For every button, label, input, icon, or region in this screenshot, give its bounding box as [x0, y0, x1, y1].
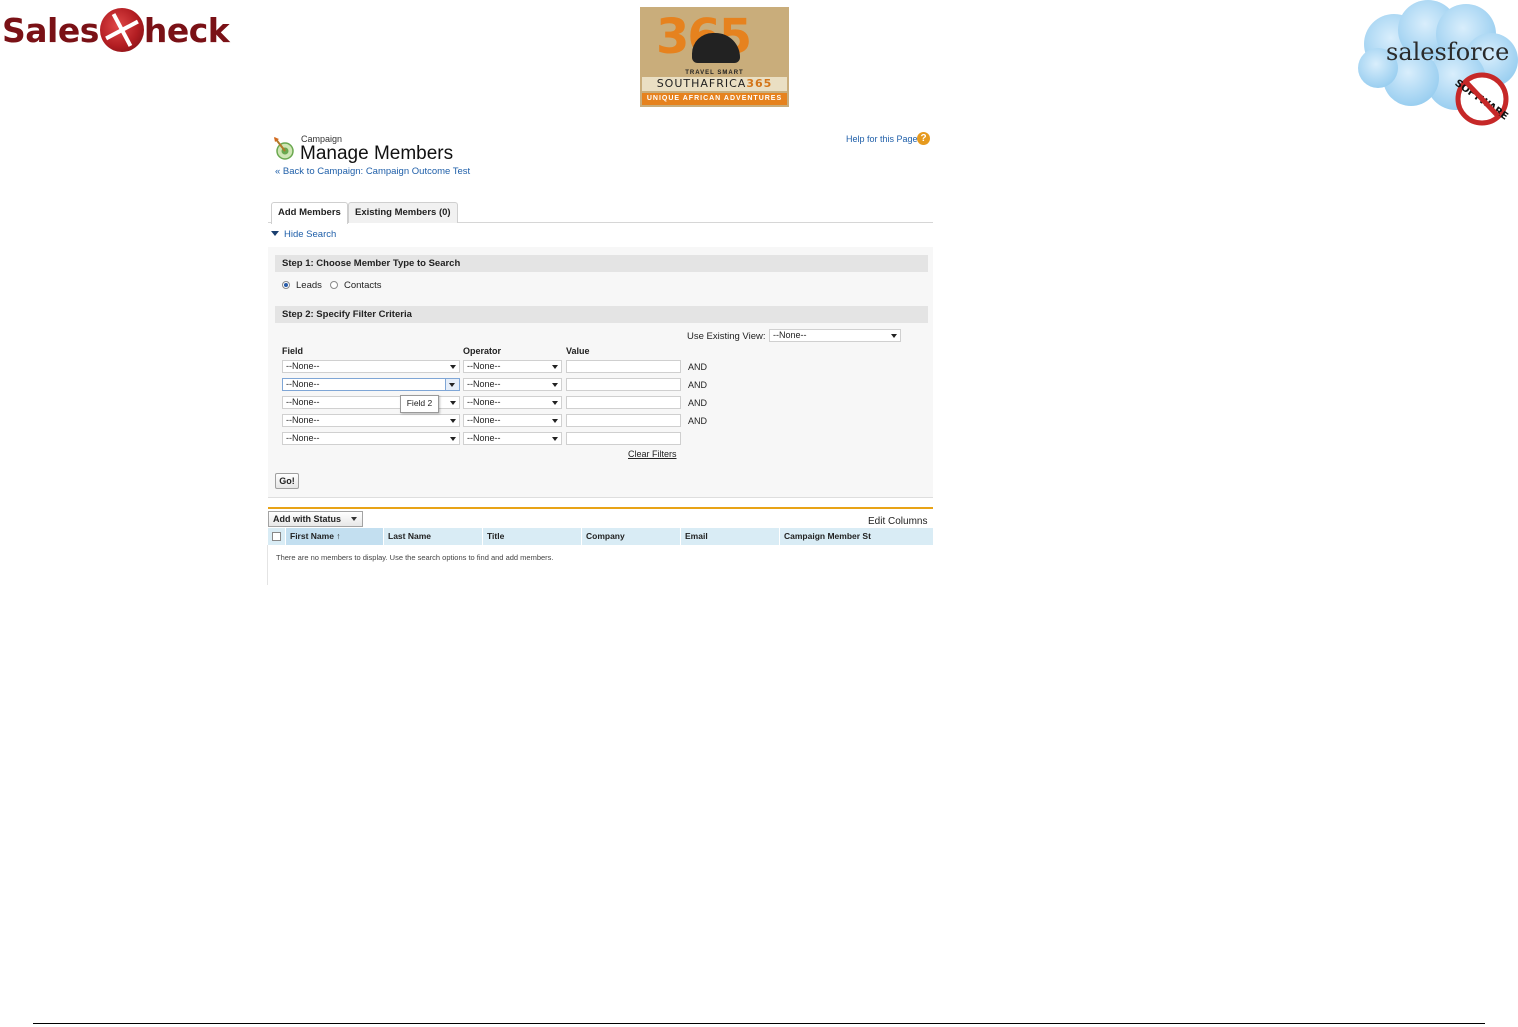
sa365-tagline: TRAVEL SMART	[685, 70, 744, 76]
filter-operator-select-5[interactable]: --None--	[463, 432, 562, 445]
salescheck-logo-text-1: Sales	[2, 11, 99, 50]
select-all-checkbox[interactable]	[272, 532, 281, 541]
field-column-header: Field	[282, 346, 304, 356]
filter-and-label-1: AND	[688, 362, 708, 372]
filter-value-input-3[interactable]	[566, 396, 681, 409]
filter-operator-select-2[interactable]: --None--	[463, 378, 562, 391]
column-campaign-member-status[interactable]: Campaign Member St	[779, 528, 933, 545]
edit-columns-link[interactable]: Edit Columns	[868, 516, 927, 527]
filter-and-label-4: AND	[688, 416, 708, 426]
column-last-name[interactable]: Last Name	[383, 528, 482, 545]
clear-filters-link[interactable]: Clear Filters	[628, 449, 677, 459]
salescheck-logo: Sales heck	[2, 6, 254, 56]
filter-value-input-4[interactable]	[566, 414, 681, 427]
salesforce-software-logo: salesforce SOFTWARE	[1358, 0, 1518, 126]
column-email[interactable]: Email	[680, 528, 779, 545]
existing-view-label: Use Existing View:	[687, 331, 766, 342]
globe-icon	[99, 7, 144, 52]
chevron-down-icon	[552, 365, 558, 369]
help-icon[interactable]: ?	[917, 132, 930, 145]
back-to-campaign-link[interactable]: « Back to Campaign: Campaign Outcome Tes…	[275, 166, 470, 177]
filter-and-label-2: AND	[688, 380, 708, 390]
chevron-down-icon	[445, 379, 459, 390]
chevron-down-icon	[351, 517, 357, 521]
salescheck-logo-text-2: heck	[143, 11, 230, 50]
collapse-triangle-icon	[271, 231, 279, 236]
existing-view-select[interactable]: --None--	[769, 329, 901, 342]
radio-leads-label: Leads	[296, 280, 322, 291]
filter-value-input-5[interactable]	[566, 432, 681, 445]
step2-header: Step 2: Specify Filter Criteria	[275, 306, 928, 323]
help-link[interactable]: Help for this Page	[846, 134, 918, 144]
step1-header: Step 1: Choose Member Type to Search	[275, 255, 928, 272]
operator-column-header: Operator	[463, 346, 502, 356]
sa365-name: SOUTHAFRICA365	[642, 77, 787, 91]
chevron-down-icon	[552, 419, 558, 423]
chevron-down-icon	[450, 419, 456, 423]
page-title: Manage Members	[300, 143, 454, 164]
chevron-down-icon	[552, 437, 558, 441]
no-software-icon: SOFTWARE	[1453, 72, 1510, 126]
column-first-name[interactable]: First Name ↑	[285, 528, 383, 545]
campaign-icon	[274, 137, 294, 160]
value-column-header: Value	[566, 346, 590, 356]
filter-field-select-2[interactable]: --None--	[282, 378, 460, 391]
filter-operator-select-4[interactable]: --None--	[463, 414, 562, 427]
filter-field-select-4[interactable]: --None--	[282, 414, 460, 427]
chevron-down-icon	[450, 437, 456, 441]
column-title[interactable]: Title	[482, 528, 581, 545]
sa365-slogan: UNIQUE AFRICAN ADVENTURES	[642, 93, 787, 105]
chevron-down-icon	[450, 401, 456, 405]
footer-rule	[33, 1023, 1485, 1024]
table-left-border	[267, 545, 268, 585]
southafrica365-logo: 365 TRAVEL SMART SOUTHAFRICA365 UNIQUE A…	[640, 7, 789, 107]
salesforce-wordmark: salesforce	[1386, 38, 1509, 66]
tab-add-members[interactable]: Add Members	[271, 202, 348, 224]
radio-contacts-label: Contacts	[344, 280, 382, 291]
empty-results-message: There are no members to display. Use the…	[276, 553, 554, 562]
tab-existing-members[interactable]: Existing Members (0)	[348, 202, 458, 223]
chevron-down-icon	[552, 401, 558, 405]
column-company[interactable]: Company	[581, 528, 680, 545]
chevron-down-icon	[891, 334, 897, 338]
chevron-down-icon	[552, 383, 558, 387]
filter-value-input-2[interactable]	[566, 378, 681, 391]
field-tooltip: Field 2	[400, 395, 439, 413]
chevron-down-icon	[450, 365, 456, 369]
go-button[interactable]: Go!	[275, 473, 299, 489]
filter-field-select-5[interactable]: --None--	[282, 432, 460, 445]
panel-divider	[268, 497, 933, 498]
filter-value-input-1[interactable]	[566, 360, 681, 373]
results-accent-line	[268, 507, 933, 509]
filter-and-label-3: AND	[688, 398, 708, 408]
add-with-status-button[interactable]: Add with Status	[268, 511, 363, 527]
radio-contacts[interactable]	[330, 281, 338, 289]
filter-field-select-1[interactable]: --None--	[282, 360, 460, 373]
filter-operator-select-3[interactable]: --None--	[463, 396, 562, 409]
radio-leads[interactable]	[282, 281, 290, 289]
filter-operator-select-1[interactable]: --None--	[463, 360, 562, 373]
hide-search-toggle[interactable]: Hide Search	[271, 229, 336, 240]
